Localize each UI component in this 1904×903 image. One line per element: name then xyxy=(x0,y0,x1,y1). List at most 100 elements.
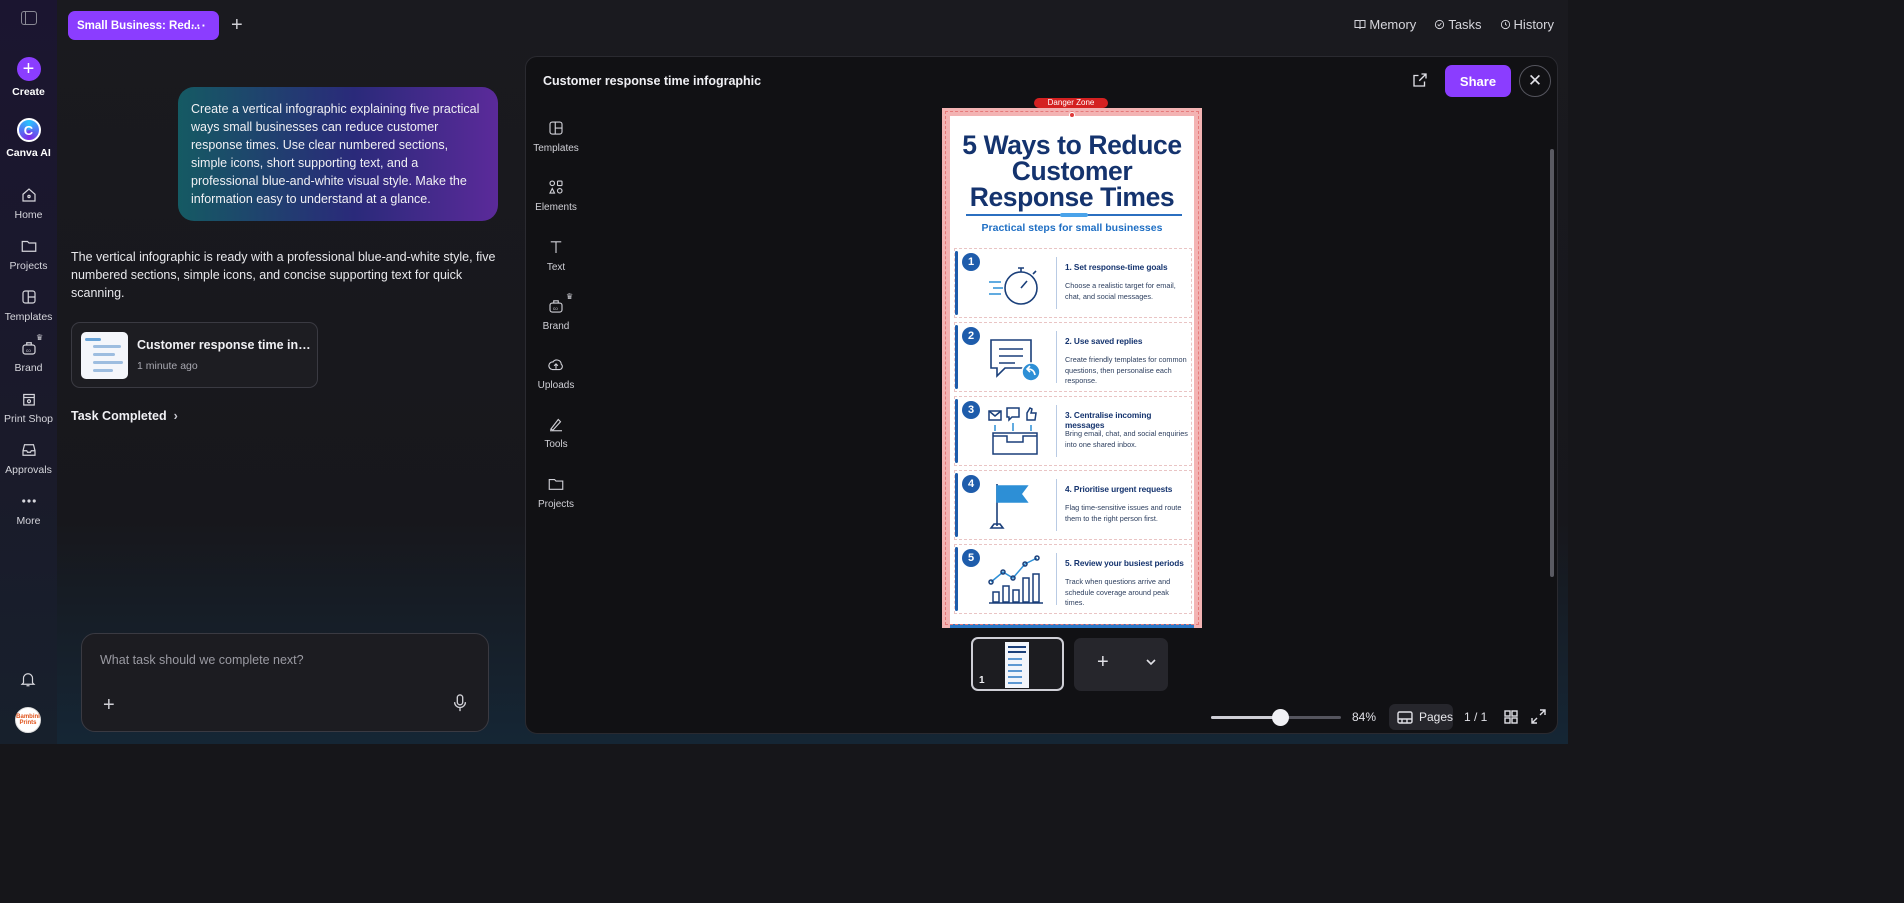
templates-icon xyxy=(21,290,36,304)
crown-icon: ♛ xyxy=(566,291,574,301)
step-divider xyxy=(1056,479,1057,531)
more-icon xyxy=(21,499,36,503)
flag-icon xyxy=(989,484,1029,529)
svg-text:co: co xyxy=(26,348,31,353)
title-line: Response Times xyxy=(969,182,1175,212)
sidebar-item-brand[interactable]: ♛ co Brand xyxy=(0,333,57,374)
sidebar-item-label: More xyxy=(16,515,41,527)
infographic-title: 5 Ways to Reduce Customer Response Times xyxy=(950,132,1194,212)
assistant-message: The vertical infographic is ready with a… xyxy=(71,250,496,300)
sidebar-item-approvals[interactable]: Approvals xyxy=(0,441,57,476)
design-editor-panel: Customer response time infographic Share… xyxy=(525,56,1558,734)
bell-icon[interactable] xyxy=(19,670,37,688)
tab-menu-icon[interactable]: ··· xyxy=(191,18,207,33)
print-shop-icon xyxy=(22,393,35,406)
canvas-scrollbar[interactable] xyxy=(1550,149,1554,577)
step-divider xyxy=(1056,405,1057,457)
step-text: Track when questions arrive and schedule… xyxy=(1065,577,1171,607)
infographic-step-2: 2 2. Use saved replies Create friendly t… xyxy=(954,322,1192,392)
editor-title: Customer response time infographic xyxy=(543,74,762,88)
infographic-subtitle: Practical steps for small businesses xyxy=(981,222,1163,234)
tool-text[interactable]: Text xyxy=(526,238,586,297)
tool-projects[interactable]: Projects xyxy=(526,475,586,534)
sidebar-toggle-icon[interactable] xyxy=(20,11,37,25)
history-button[interactable]: History xyxy=(1500,17,1554,32)
sidebar-item-templates[interactable]: Templates xyxy=(0,288,57,323)
infographic-step-1: 1 1. Set response-time goals Choose a re… xyxy=(954,248,1192,318)
sidebar-item-label: Approvals xyxy=(5,464,52,476)
plus-icon: + xyxy=(1097,651,1109,673)
chevron-down-icon[interactable] xyxy=(1145,656,1157,668)
step-number: 4 xyxy=(962,475,980,493)
sidebar-item-label: Home xyxy=(14,209,43,221)
step-accent-bar xyxy=(955,547,958,611)
sidebar-item-print-shop[interactable]: Print Shop xyxy=(0,390,57,425)
task-input[interactable] xyxy=(98,652,458,668)
step-heading: 3. Centralise incoming messages xyxy=(1065,410,1152,430)
infographic-step-4: 4 4. Prioritise urgent requests Flag tim… xyxy=(954,470,1192,540)
page-thumbnail-1[interactable]: 1 xyxy=(971,637,1064,691)
canva-ai-button[interactable]: C Canva AI xyxy=(0,118,57,159)
design-page[interactable]: 5 Ways to Reduce Customer Response Times… xyxy=(942,108,1202,628)
zoom-level[interactable]: 84% xyxy=(1352,710,1376,724)
grid-view-icon[interactable] xyxy=(1504,710,1518,724)
sidebar-item-projects[interactable]: Projects xyxy=(0,237,57,272)
task-status-label: Task Completed xyxy=(71,409,167,423)
uploads-icon xyxy=(548,359,563,371)
tasks-label: Tasks xyxy=(1448,17,1482,32)
sidebar-item-label: Projects xyxy=(9,260,48,272)
tab-active[interactable]: Small Business: Red... ··· xyxy=(68,11,219,40)
svg-text:co: co xyxy=(553,306,558,311)
add-page-button[interactable]: + xyxy=(1074,638,1168,691)
step-number: 2 xyxy=(962,327,980,345)
tool-uploads[interactable]: Uploads xyxy=(526,356,586,415)
design-result-card[interactable]: Customer response time info... 1 minute … xyxy=(71,322,318,388)
tool-label: Uploads xyxy=(537,380,575,392)
top-links: Memory Tasks History xyxy=(1354,17,1554,32)
step-heading: 1. Set response-time goals xyxy=(1065,262,1168,272)
canva-ai-label: Canva AI xyxy=(6,147,51,159)
stopwatch-icon xyxy=(989,267,1038,305)
pages-icon xyxy=(1397,710,1413,724)
zoom-slider-handle[interactable] xyxy=(1272,709,1289,726)
step-accent-bar xyxy=(955,399,958,463)
tool-brand[interactable]: ♛ co Brand xyxy=(526,292,586,356)
step-divider xyxy=(1056,257,1057,309)
infographic-step-3: 3 3. Centralise incoming messages Bring … xyxy=(954,396,1192,466)
infographic-step-5: 5 5. Review your busiest periods Track w… xyxy=(954,544,1192,614)
avatar-logo-text: Bambini Prints xyxy=(16,714,40,726)
design-timestamp: 1 minute ago xyxy=(137,360,198,372)
microphone-icon[interactable] xyxy=(453,694,467,712)
share-button[interactable]: Share xyxy=(1445,65,1511,97)
inbox-icon xyxy=(988,407,1038,455)
step-heading: 2. Use saved replies xyxy=(1065,336,1143,346)
step-accent-bar xyxy=(955,325,958,389)
step-number: 3 xyxy=(962,401,980,419)
design-title: Customer response time info... xyxy=(137,338,312,352)
task-completed-toggle[interactable]: Task Completed › xyxy=(71,409,178,423)
tasks-button[interactable]: Tasks xyxy=(1434,17,1482,32)
sidebar-item-more[interactable]: More xyxy=(0,492,57,527)
add-tab-button[interactable]: + xyxy=(231,15,243,35)
folder-icon xyxy=(548,478,564,490)
memory-button[interactable]: Memory xyxy=(1354,17,1416,32)
tools-icon xyxy=(549,419,562,432)
open-external-icon[interactable] xyxy=(1411,71,1429,89)
elements-icon xyxy=(549,180,563,194)
rotate-handle[interactable] xyxy=(1069,112,1075,118)
close-icon[interactable]: ✕ xyxy=(1519,65,1551,97)
templates-icon xyxy=(549,121,563,135)
create-button[interactable]: + Create xyxy=(0,57,57,98)
add-attachment-icon[interactable]: + xyxy=(103,694,115,717)
step-text: Bring email, chat, and social enquiries … xyxy=(1065,429,1188,449)
tool-label: Brand xyxy=(542,320,570,332)
plus-icon: + xyxy=(16,57,41,81)
tool-templates[interactable]: Templates xyxy=(526,119,586,178)
pages-button[interactable]: Pages xyxy=(1389,704,1453,730)
sidebar-item-home[interactable]: Home xyxy=(0,186,57,221)
tool-elements[interactable]: Elements xyxy=(526,178,586,237)
tool-tools[interactable]: Tools xyxy=(526,415,586,474)
avatar[interactable]: Bambini Prints xyxy=(15,707,41,733)
fullscreen-icon[interactable] xyxy=(1531,709,1546,724)
approvals-icon xyxy=(21,444,36,456)
